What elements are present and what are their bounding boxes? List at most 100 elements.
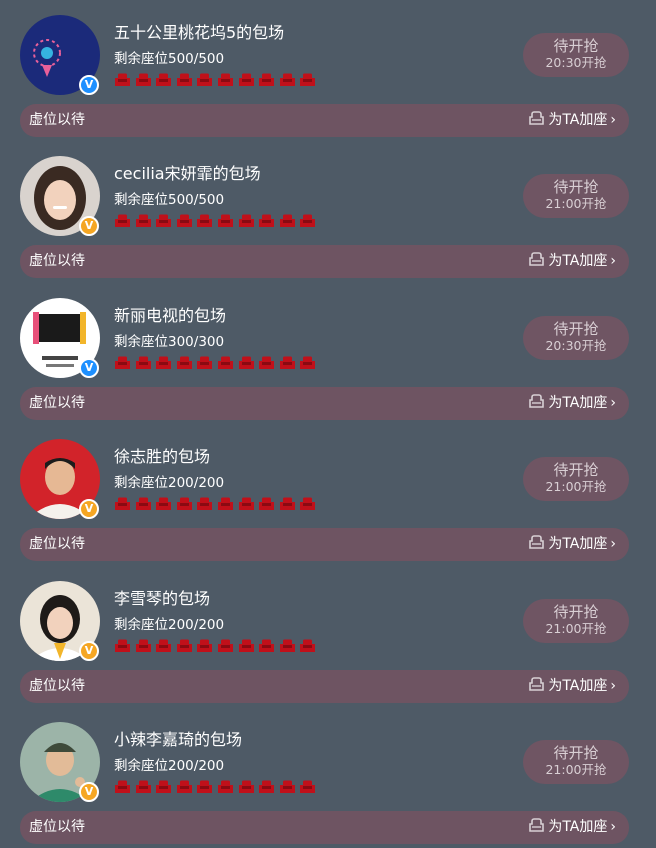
session-item: Vcecilia宋妍霏的包场 剩余座位500/500 待开抢 21:00开抢 虚位以待 为… <box>0 141 656 282</box>
red-seat-icon <box>176 779 193 793</box>
add-seat-label: 为TA加座 <box>548 536 608 552</box>
red-seat-icon <box>196 779 213 793</box>
chevron-right-icon: › <box>610 395 616 411</box>
placeholder-bar: 虚位以待 为TA加座 › <box>20 811 629 844</box>
verified-badge-icon: V <box>79 358 99 378</box>
placeholder-bar: 虚位以待 为TA加座 › <box>20 245 629 278</box>
red-seat-icon <box>176 72 193 86</box>
verified-badge-icon: V <box>79 75 99 95</box>
chevron-right-icon: › <box>610 678 616 694</box>
session-item: V 小辣李嘉琦的包场剩余座位200/200 待开抢 21:00开抢虚位以待 为TA加座 › <box>0 707 656 848</box>
add-seat-button[interactable]: 为TA加座 › <box>528 677 616 696</box>
red-seat-icon <box>238 213 255 227</box>
red-seat-icon <box>258 355 275 369</box>
add-seat-label: 为TA加座 <box>548 819 608 835</box>
add-seat-button[interactable]: 为TA加座 › <box>528 394 616 413</box>
session-title[interactable]: 五十公里桃花坞5的包场 <box>114 22 284 44</box>
seat-icons <box>114 638 320 654</box>
sofa-icon <box>528 677 545 692</box>
red-seat-icon <box>114 496 131 510</box>
red-seat-icon <box>176 355 193 369</box>
start-time: 21:00开抢 <box>545 479 607 494</box>
placeholder-text: 虚位以待 <box>29 112 85 128</box>
add-seat-label: 为TA加座 <box>548 112 608 128</box>
status-label: 待开抢 <box>553 603 599 621</box>
red-seat-icon <box>217 779 234 793</box>
remaining-seats: 剩余座位300/300 <box>114 334 225 350</box>
remaining-seats: 剩余座位200/200 <box>114 758 225 774</box>
session-title[interactable]: 小辣李嘉琦的包场 <box>114 729 242 751</box>
red-seat-icon <box>238 496 255 510</box>
session-title[interactable]: 徐志胜的包场 <box>114 446 210 468</box>
red-seat-icon <box>114 638 131 652</box>
status-label: 待开抢 <box>553 320 599 338</box>
placeholder-text: 虚位以待 <box>29 678 85 694</box>
placeholder-text: 虚位以待 <box>29 395 85 411</box>
status-button[interactable]: 待开抢 21:00开抢 <box>523 174 629 218</box>
chevron-right-icon: › <box>610 819 616 835</box>
add-seat-label: 为TA加座 <box>548 253 608 269</box>
placeholder-text: 虚位以待 <box>29 253 85 269</box>
add-seat-button[interactable]: 为TA加座 › <box>528 818 616 837</box>
placeholder-bar: 虚位以待 为TA加座 › <box>20 670 629 703</box>
add-seat-button[interactable]: 为TA加座 › <box>528 111 616 130</box>
status-button[interactable]: 待开抢 21:00开抢 <box>523 740 629 784</box>
red-seat-icon <box>299 213 316 227</box>
red-seat-icon <box>135 496 152 510</box>
verified-badge-icon: V <box>79 782 99 802</box>
red-seat-icon <box>258 213 275 227</box>
red-seat-icon <box>114 72 131 86</box>
red-seat-icon <box>258 496 275 510</box>
start-time: 21:00开抢 <box>545 621 607 636</box>
session-title[interactable]: 新丽电视的包场 <box>114 305 226 327</box>
status-button[interactable]: 待开抢 20:30开抢 <box>523 33 629 77</box>
add-seat-button[interactable]: 为TA加座 › <box>528 252 616 271</box>
chevron-right-icon: › <box>610 112 616 128</box>
session-item: V 新丽电视的包场剩余座位300/300 待开抢 20:30开抢虚位以待 为TA加座 › <box>0 283 656 424</box>
red-seat-icon <box>238 355 255 369</box>
add-seat-label: 为TA加座 <box>548 678 608 694</box>
session-title[interactable]: cecilia宋妍霏的包场 <box>114 163 261 185</box>
seat-icons <box>114 213 320 229</box>
red-seat-icon <box>279 72 296 86</box>
red-seat-icon <box>196 638 213 652</box>
verified-badge-icon: V <box>79 499 99 519</box>
red-seat-icon <box>196 496 213 510</box>
status-button[interactable]: 待开抢 21:00开抢 <box>523 599 629 643</box>
placeholder-bar: 虚位以待 为TA加座 › <box>20 104 629 137</box>
red-seat-icon <box>217 638 234 652</box>
session-item: V 徐志胜的包场剩余座位200/200 待开抢 21:00开抢虚位以待 为TA加座 › <box>0 424 656 565</box>
verified-badge-icon: V <box>79 216 99 236</box>
placeholder-text: 虚位以待 <box>29 819 85 835</box>
red-seat-icon <box>299 496 316 510</box>
red-seat-icon <box>135 72 152 86</box>
seat-icons <box>114 779 320 795</box>
verified-badge-icon: V <box>79 641 99 661</box>
placeholder-bar: 虚位以待 为TA加座 › <box>20 528 629 561</box>
red-seat-icon <box>238 638 255 652</box>
red-seat-icon <box>114 779 131 793</box>
start-time: 21:00开抢 <box>545 762 607 777</box>
seat-icons <box>114 355 320 371</box>
remaining-seats: 剩余座位200/200 <box>114 475 225 491</box>
red-seat-icon <box>258 72 275 86</box>
status-button[interactable]: 待开抢 21:00开抢 <box>523 457 629 501</box>
red-seat-icon <box>114 355 131 369</box>
red-seat-icon <box>299 779 316 793</box>
red-seat-icon <box>114 213 131 227</box>
red-seat-icon <box>279 638 296 652</box>
status-label: 待开抢 <box>553 178 599 196</box>
session-title[interactable]: 李雪琴的包场 <box>114 588 210 610</box>
sofa-icon <box>528 394 545 409</box>
add-seat-button[interactable]: 为TA加座 › <box>528 535 616 554</box>
sofa-icon <box>528 535 545 550</box>
seat-icons <box>114 496 320 512</box>
red-seat-icon <box>155 496 172 510</box>
red-seat-icon <box>196 355 213 369</box>
red-seat-icon <box>299 355 316 369</box>
session-item: V 李雪琴的包场 剩余座位200/200 待开抢 21:00开抢 虚位以待 为TA加座 › <box>0 566 656 707</box>
sofa-icon <box>528 111 545 126</box>
red-seat-icon <box>258 779 275 793</box>
status-button[interactable]: 待开抢 20:30开抢 <box>523 316 629 360</box>
red-seat-icon <box>258 638 275 652</box>
